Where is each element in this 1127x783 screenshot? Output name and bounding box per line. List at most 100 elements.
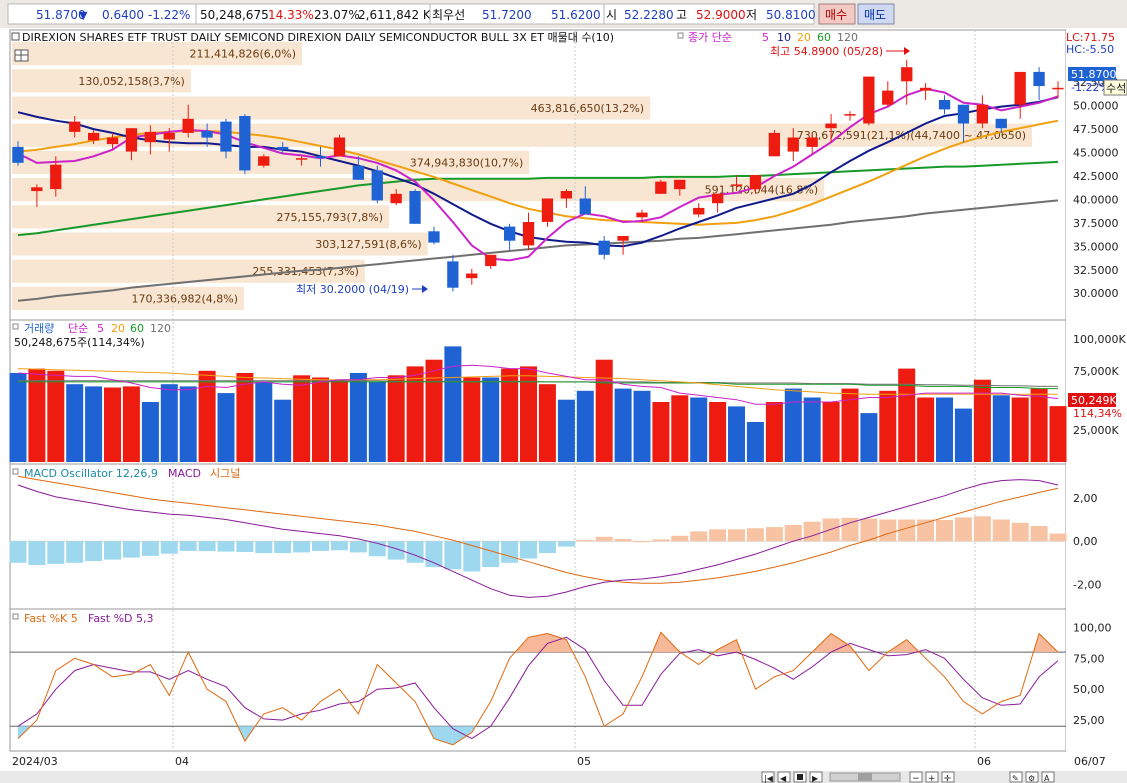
candle-down: [277, 146, 289, 150]
volume-bar-up: [387, 375, 405, 462]
date-label: 06/07: [1074, 755, 1106, 768]
zoom-in-button[interactable]: +: [925, 771, 939, 783]
macd-bar-negative: [179, 541, 197, 551]
volume-profile-label: 303,127,591(8,6%): [315, 238, 422, 251]
stoch-legend-d: Fast %D 5,3: [88, 612, 154, 625]
date-label: 05: [577, 755, 591, 768]
price-tick: 42.5000: [1073, 170, 1119, 183]
macd-legend-macd: MACD: [168, 467, 201, 480]
price-legend-prefix: 종가 단순: [688, 31, 732, 44]
bottom-navigation[interactable]: |◀ ◀ ▶ − + ✛ ✎ ⚙ A: [0, 771, 1127, 783]
candle-up: [787, 137, 799, 152]
macd-bar-negative: [104, 541, 121, 560]
macd-bar-negative: [66, 541, 84, 563]
volume-bar-down: [160, 384, 178, 462]
macd-bar-negative: [444, 541, 462, 570]
price-legend-ma120: 120: [837, 31, 858, 44]
macd-bar-positive: [595, 536, 613, 542]
candle-down: [598, 240, 610, 255]
volume-bar-up: [1049, 406, 1067, 462]
candle-up: [749, 175, 762, 190]
candle-down: [957, 104, 970, 124]
draw-tool-button[interactable]: ✎: [1009, 771, 1023, 783]
first-page-button[interactable]: |◀: [761, 771, 775, 783]
macd-bar-positive: [671, 535, 689, 542]
volume-bar-down: [803, 397, 821, 462]
macd-bar-negative: [330, 541, 348, 551]
price-tick: 47.5000: [1073, 123, 1119, 136]
price-legend-ma10: 10: [777, 31, 791, 44]
candle-down: [938, 100, 951, 110]
buy-button[interactable]: 매수: [818, 3, 856, 25]
volume-bar-up: [104, 387, 121, 462]
volume-bar-up: [293, 375, 311, 462]
down-triangle-icon: ▼: [79, 9, 88, 22]
next-button[interactable]: ▶: [809, 771, 823, 783]
price-change-pct: -1.22%: [148, 8, 190, 22]
candle-down: [220, 121, 232, 152]
candle-up: [882, 90, 894, 105]
prev-button[interactable]: ◀: [777, 771, 791, 783]
y-axis-strip: [1066, 30, 1127, 751]
volume-profile-label: 374,943,830(10,7%): [410, 156, 524, 169]
scroll-thumb[interactable]: [858, 773, 872, 781]
settings-button[interactable]: ⚙: [1025, 771, 1039, 783]
price-tick: 50.0000: [1073, 100, 1119, 113]
date-label: 2024/03: [12, 755, 58, 768]
stoch-panel-frame[interactable]: [9, 608, 1067, 752]
macd-bar-positive: [936, 520, 953, 542]
crosshair-button[interactable]: ✛: [941, 771, 955, 783]
candle-up: [636, 212, 648, 218]
price-tick: 45.0000: [1073, 147, 1119, 160]
macd-bar-positive: [709, 529, 727, 542]
candle-up: [144, 131, 156, 143]
candle-up: [901, 67, 913, 82]
volume-tick: 25,000K: [1073, 424, 1119, 437]
stop-button[interactable]: [793, 771, 807, 783]
sell-button[interactable]: 매도: [857, 3, 895, 25]
price-tick: 32.5000: [1073, 264, 1119, 277]
macd-bar-positive: [954, 517, 972, 542]
candle-up: [1014, 71, 1026, 105]
candle-up: [69, 121, 81, 132]
grid-toggle-icon[interactable]: [14, 49, 29, 62]
volume-tick: 100,000K: [1073, 333, 1126, 346]
legend-marker-icon: [12, 323, 19, 330]
font-button[interactable]: A: [1041, 771, 1055, 783]
volume-profile-label: 463,816,650(13,2%): [531, 102, 645, 115]
date-label: 04: [175, 755, 189, 768]
macd-bar-negative: [406, 541, 424, 563]
volume-bar-up: [595, 359, 613, 462]
volume-profile-label: 275,155,793(7,8%): [277, 211, 384, 224]
volume-bar-up: [538, 384, 556, 462]
volume-tick: 75,000K: [1073, 365, 1119, 378]
volume-bar-up: [765, 402, 783, 462]
macd-bar-negative: [217, 541, 235, 552]
volume-bar-up: [520, 366, 537, 462]
candle-down: [504, 226, 516, 241]
font-icon: A: [1044, 774, 1050, 783]
candle-down: [12, 146, 24, 163]
macd-bar-positive: [765, 527, 783, 542]
zoom-in-icon: +: [928, 774, 936, 783]
macd-bar-negative: [274, 541, 292, 554]
macd-bar-positive: [746, 528, 764, 542]
legend-marker-icon: [12, 468, 19, 475]
volume-bar-down: [9, 373, 27, 462]
macd-bar-negative: [312, 541, 329, 551]
volume-bar-up: [330, 379, 348, 462]
macd-bar-negative: [122, 541, 140, 558]
macd-tick: 0,00: [1073, 535, 1098, 548]
candle-up: [258, 156, 270, 166]
candle-up: [333, 137, 346, 157]
price-tick: 35.0000: [1073, 240, 1119, 253]
macd-bar-positive: [973, 516, 991, 542]
price-legend-ma5: 5: [762, 31, 769, 44]
buy-button-label[interactable]: 매수: [825, 8, 847, 22]
pencil-icon: ✎: [1012, 774, 1019, 783]
date-label: 06: [977, 755, 991, 768]
zoom-out-button[interactable]: −: [909, 771, 923, 783]
macd-bar-positive: [690, 531, 708, 542]
chart-window: 51.8700 ▼ 0.6400 -1.22% 50,248,675 14.33…: [0, 0, 1127, 783]
sell-button-label[interactable]: 매도: [864, 8, 886, 22]
